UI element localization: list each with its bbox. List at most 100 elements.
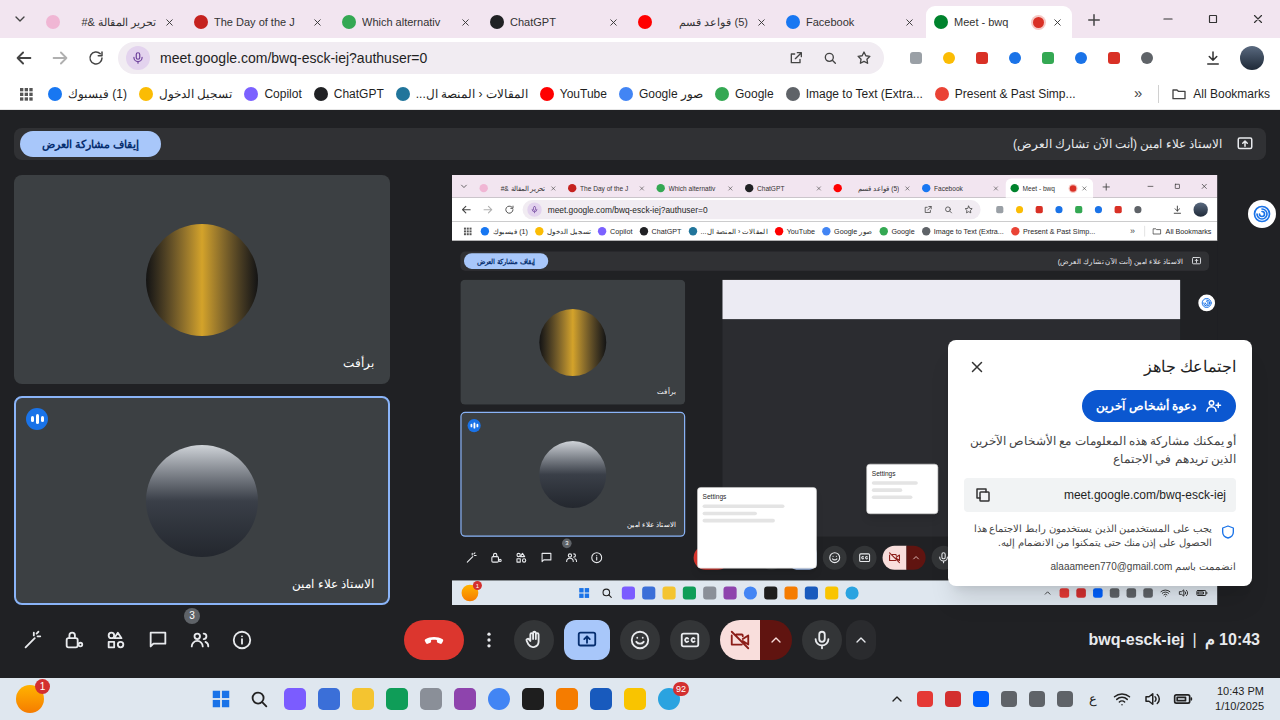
start-icon[interactable] xyxy=(576,585,592,601)
bookmark[interactable]: المقالات ‹ المنصة ال... xyxy=(396,85,528,103)
extension-icon[interactable] xyxy=(1014,204,1026,216)
extension-icon[interactable] xyxy=(1053,204,1065,216)
taskbar-app-icon[interactable] xyxy=(352,688,374,710)
extension-icon[interactable] xyxy=(1092,204,1104,216)
taskbar-app-icon[interactable] xyxy=(703,586,716,599)
open-external-icon[interactable] xyxy=(921,203,935,217)
back-icon[interactable] xyxy=(8,42,40,74)
tab[interactable]: تحرير المقالة &# xyxy=(475,179,562,198)
close-tab-icon[interactable] xyxy=(902,15,916,29)
taskbar-app-icon[interactable] xyxy=(622,586,635,599)
bookmark[interactable]: Image to Text (Extra... xyxy=(922,226,1004,237)
search-icon[interactable] xyxy=(599,585,615,601)
tray-icon[interactable] xyxy=(1076,588,1086,598)
emoji-icon[interactable] xyxy=(620,620,660,660)
extension-icon[interactable] xyxy=(1112,204,1124,216)
extension-icon[interactable] xyxy=(1033,204,1045,216)
end-call-icon[interactable] xyxy=(404,620,464,660)
bookmark[interactable]: Present & Past Simp... xyxy=(935,85,1076,103)
close-tab-icon[interactable] xyxy=(754,15,768,29)
tab[interactable]: Which alternativ xyxy=(652,179,739,198)
tab-search-icon[interactable] xyxy=(456,178,473,195)
extension-icon[interactable] xyxy=(1071,48,1091,68)
camera-options-icon[interactable] xyxy=(760,620,792,660)
zoom-icon[interactable] xyxy=(818,46,842,70)
tray-icon[interactable] xyxy=(1029,691,1045,707)
close-tab-icon[interactable] xyxy=(1080,184,1088,192)
bookmark[interactable]: Google xyxy=(880,226,915,237)
taskbar-app-icon[interactable] xyxy=(522,688,544,710)
close-tab-icon[interactable] xyxy=(549,184,557,192)
close-tab-icon[interactable] xyxy=(310,15,324,29)
people-button[interactable]: 3 xyxy=(564,551,578,565)
stop-presenting-button[interactable]: إيقاف مشاركة العرض xyxy=(20,131,161,157)
close-tab-icon[interactable] xyxy=(726,184,734,192)
tab[interactable]: (5) قواعد قسم xyxy=(829,179,916,198)
more-options-icon[interactable] xyxy=(474,620,504,660)
tab[interactable]: ChatGPT xyxy=(740,179,827,198)
taskbar-app-icon[interactable] xyxy=(386,688,408,710)
site-info-icon[interactable] xyxy=(527,203,541,217)
tab[interactable]: ChatGPT xyxy=(482,6,628,38)
tab-search-icon[interactable] xyxy=(6,5,34,33)
reload-icon[interactable] xyxy=(80,42,112,74)
camera-off-icon[interactable] xyxy=(720,620,760,660)
taskbar-app-icon[interactable] xyxy=(723,586,736,599)
stop-presenting-button[interactable]: إيقاف مشاركة العرض xyxy=(464,253,548,269)
invite-button[interactable]: دعوة أشخاص آخرين xyxy=(1082,390,1236,422)
host-controls-icon[interactable] xyxy=(62,628,86,652)
taskbar-app-icon[interactable] xyxy=(825,586,838,599)
close-icon[interactable] xyxy=(964,354,990,380)
extension-icon[interactable] xyxy=(906,48,926,68)
tab[interactable]: Meet - bwq xyxy=(926,6,1072,38)
activities-icon[interactable] xyxy=(514,551,528,565)
camera-off-icon[interactable] xyxy=(883,546,907,570)
close-window-icon[interactable] xyxy=(1235,0,1280,38)
mic-options-icon[interactable] xyxy=(846,620,876,660)
tray-icon[interactable] xyxy=(1060,588,1070,598)
forward-icon[interactable] xyxy=(478,200,497,219)
bookmark[interactable]: تسجيل الدخول xyxy=(535,226,591,237)
tab[interactable]: Which alternativ xyxy=(334,6,480,38)
battery-icon[interactable] xyxy=(1173,689,1193,709)
extension-icon[interactable] xyxy=(1132,204,1144,216)
tab[interactable]: تحرير المقالة &# xyxy=(38,6,184,38)
bookmark[interactable]: Copilot xyxy=(244,85,301,103)
extension-icon[interactable] xyxy=(1137,48,1157,68)
bookmark[interactable]: ChatGPT xyxy=(314,85,384,103)
chat-icon[interactable] xyxy=(539,551,553,565)
battery-icon[interactable] xyxy=(1196,587,1208,599)
forward-icon[interactable] xyxy=(44,42,76,74)
tray-icon[interactable] xyxy=(1093,588,1103,598)
taskbar-app-icon[interactable] xyxy=(642,586,655,599)
taskbar-app-icon[interactable] xyxy=(556,688,578,710)
minimize-icon[interactable] xyxy=(1145,0,1190,38)
close-tab-icon[interactable] xyxy=(458,15,472,29)
wifi-icon[interactable] xyxy=(1160,588,1171,599)
tab[interactable]: (5) قواعد قسم xyxy=(630,6,776,38)
bookmark[interactable]: Google xyxy=(715,85,774,103)
taskbar-app-icon[interactable] xyxy=(805,586,818,599)
weather-widget[interactable]: 1 xyxy=(462,585,479,602)
assistant-icon[interactable] xyxy=(1248,200,1276,228)
captions-icon[interactable] xyxy=(853,546,877,570)
activities-icon[interactable] xyxy=(104,628,128,652)
url-text[interactable]: meet.google.com/bwq-esck-iej?authuser=0 xyxy=(160,48,774,69)
extension-icon[interactable] xyxy=(1104,48,1124,68)
bookmark[interactable]: Copilot xyxy=(598,226,632,237)
taskbar-app-icon[interactable] xyxy=(683,586,696,599)
bookmark[interactable]: (1) فيسبوك xyxy=(48,85,127,103)
tray-icon[interactable] xyxy=(973,691,989,707)
more-bookmarks[interactable]: » xyxy=(1130,82,1146,105)
effects-icon[interactable] xyxy=(20,628,44,652)
minimize-icon[interactable] xyxy=(1137,175,1164,198)
bookmark[interactable]: صور Google xyxy=(822,226,872,237)
raise-hand-icon[interactable] xyxy=(514,620,554,660)
taskbar-app-icon[interactable] xyxy=(624,688,646,710)
mic-icon[interactable] xyxy=(802,620,842,660)
emoji-icon[interactable] xyxy=(823,546,847,570)
close-tab-icon[interactable] xyxy=(991,184,999,192)
taskbar-app-icon[interactable] xyxy=(318,688,340,710)
bookmark[interactable]: Present & Past Simp... xyxy=(1011,226,1095,237)
taskbar-app-icon[interactable] xyxy=(845,586,858,599)
